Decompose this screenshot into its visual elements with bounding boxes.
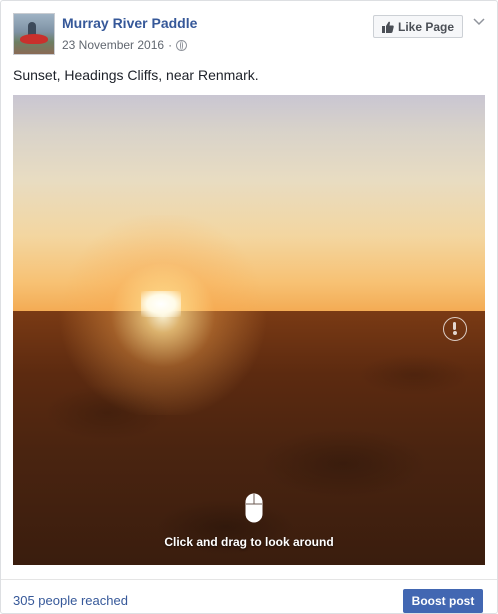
globe-icon[interactable] bbox=[176, 39, 188, 51]
post-card: Murray River Paddle 23 November 2016 · L… bbox=[0, 0, 498, 614]
drag-hint-text: Click and drag to look around bbox=[164, 535, 334, 549]
compass-center bbox=[452, 331, 457, 335]
like-page-button[interactable]: Like Page bbox=[373, 15, 463, 38]
avatar-kayak bbox=[20, 34, 48, 44]
panorama-photo[interactable]: Click and drag to look around bbox=[13, 95, 485, 565]
photo-sun bbox=[141, 291, 181, 317]
chevron-down-icon[interactable] bbox=[472, 17, 486, 27]
mouse-icon bbox=[245, 493, 263, 523]
boost-post-button[interactable]: Boost post bbox=[403, 589, 483, 613]
reach-count-link[interactable]: 305 people reached bbox=[13, 593, 128, 608]
post-text: Sunset, Headings Cliffs, near Renmark. bbox=[13, 67, 259, 83]
thumbs-up-icon bbox=[381, 21, 394, 33]
compass-needle bbox=[453, 322, 456, 330]
post-date[interactable]: 23 November 2016 bbox=[62, 38, 164, 52]
page-avatar[interactable] bbox=[13, 13, 55, 55]
footer-divider bbox=[1, 579, 497, 580]
page-name-link[interactable]: Murray River Paddle bbox=[62, 15, 197, 31]
meta-separator: · bbox=[168, 38, 173, 52]
like-page-label: Like Page bbox=[397, 19, 455, 34]
post-meta: 23 November 2016 · bbox=[62, 38, 188, 52]
